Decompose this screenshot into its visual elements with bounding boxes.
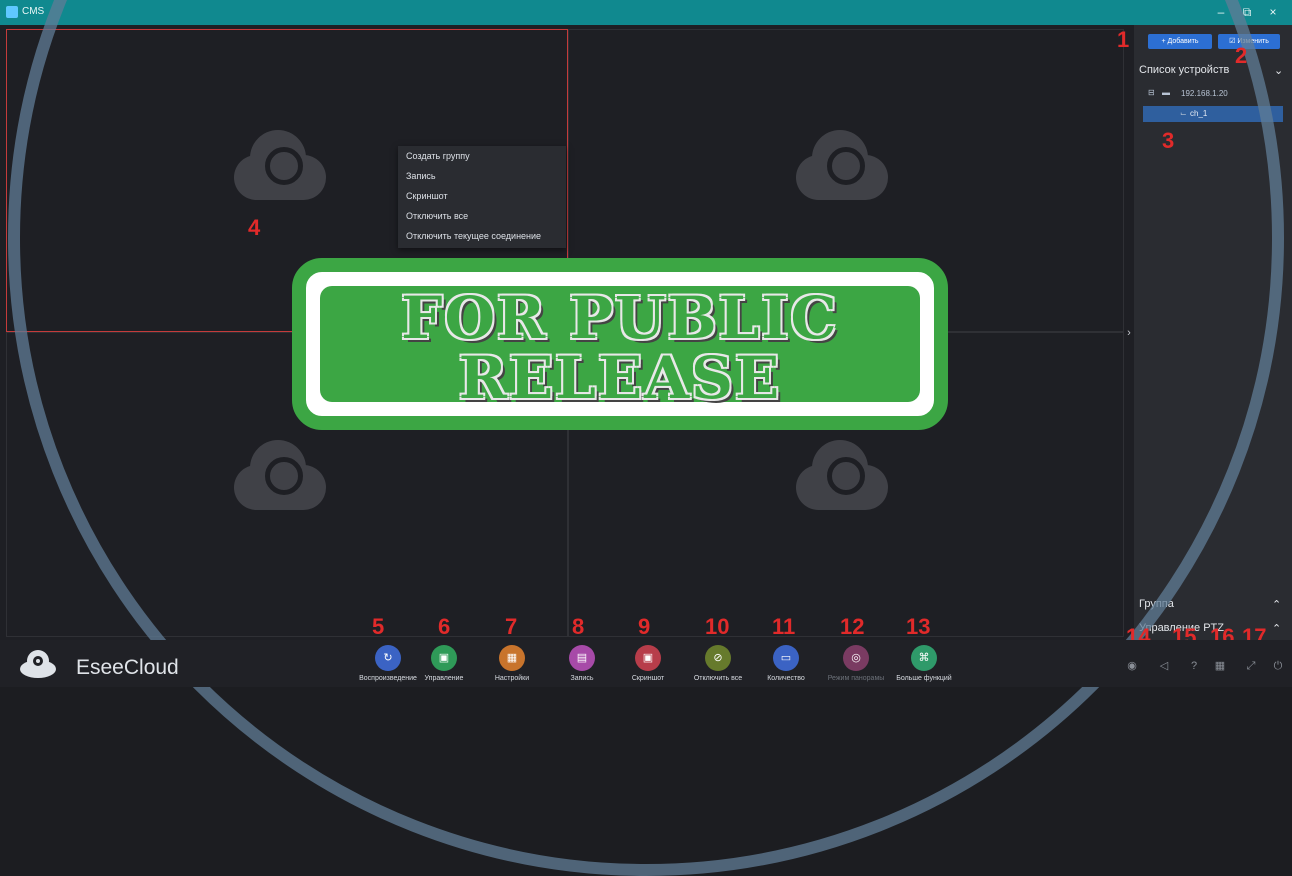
stamp-line-2: RELEASE bbox=[458, 344, 782, 412]
minimize-button[interactable]: – bbox=[1212, 4, 1230, 20]
add-button[interactable]: + Добавить bbox=[1148, 34, 1212, 49]
fullscreen-icon[interactable]: ⤢ bbox=[1243, 658, 1259, 674]
tool-label: Настройки bbox=[494, 675, 530, 682]
tool-label: Скриншот bbox=[631, 675, 665, 682]
device-manage-icon: ▣ bbox=[431, 645, 457, 671]
title-bar: CMS – ⧉ × bbox=[0, 0, 1292, 25]
ws-icon[interactable]: ◉ bbox=[1124, 658, 1140, 674]
screenshot-button[interactable]: ▣ Скриншот bbox=[608, 645, 688, 682]
annotation-10: 10 bbox=[705, 614, 730, 639]
tree-expand-icon[interactable]: ⊟ bbox=[1148, 88, 1155, 97]
camera-placeholder-icon bbox=[234, 130, 326, 200]
annotation-9: 9 bbox=[638, 614, 651, 639]
layout-icon[interactable]: ▦ bbox=[1212, 658, 1228, 674]
menu-item-disconnect-all[interactable]: Отключить все bbox=[398, 206, 566, 226]
annotation-7: 7 bbox=[505, 614, 518, 639]
disconnect-all-icon: ⊘ bbox=[705, 645, 731, 671]
more-functions-icon: ⌘ bbox=[911, 645, 937, 671]
camera-icon: ⌙ bbox=[1180, 109, 1187, 118]
camera-placeholder-icon bbox=[796, 440, 888, 510]
playback-icon: ↻ bbox=[375, 645, 401, 671]
device-node-ip[interactable]: 192.168.1.20 bbox=[1181, 89, 1228, 98]
screenshot-icon: ▣ bbox=[635, 645, 661, 671]
chevron-down-icon[interactable]: ⌄ bbox=[1274, 64, 1286, 77]
menu-item-disconnect-current[interactable]: Отключить текущее соединение bbox=[398, 226, 566, 246]
stamp-line-1: FOR PUBLIC bbox=[401, 284, 839, 352]
annotation-13: 13 bbox=[906, 614, 931, 639]
tool-label: Больше функций bbox=[896, 675, 952, 682]
record-icon: ▤ bbox=[569, 645, 595, 671]
annotation-11: 11 bbox=[772, 614, 796, 639]
annotation-4: 4 bbox=[248, 215, 261, 240]
brand-name: EseeCloud bbox=[76, 656, 179, 679]
group-section[interactable]: Группа bbox=[1139, 598, 1292, 610]
channel-node-label[interactable]: ch_1 bbox=[1190, 109, 1207, 118]
camera-placeholder-icon bbox=[796, 130, 888, 200]
window-title: CMS bbox=[22, 6, 45, 17]
layout-count-icon: ▭ bbox=[773, 645, 799, 671]
tool-label: Количество bbox=[767, 675, 805, 682]
app-icon bbox=[6, 6, 18, 18]
close-button[interactable]: × bbox=[1264, 4, 1282, 20]
menu-item-create-group[interactable]: Создать группу bbox=[398, 146, 566, 166]
annotation-5: 5 bbox=[372, 614, 385, 639]
annotation-2: 2 bbox=[1235, 43, 1248, 68]
public-release-stamp: FOR PUBLIC RELEASE bbox=[292, 258, 948, 430]
tree-row-selected[interactable] bbox=[1143, 106, 1283, 122]
device-node-icon: ▬ bbox=[1162, 88, 1170, 97]
more-functions-button[interactable]: ⌘ Больше функций bbox=[884, 645, 964, 682]
help-icon[interactable]: ? bbox=[1186, 658, 1202, 674]
context-menu: Создать группу Запись Скриншот Отключить… bbox=[398, 146, 566, 248]
chevron-up-icon[interactable]: ⌃ bbox=[1272, 598, 1284, 611]
device-list-title[interactable]: Список устройств bbox=[1139, 64, 1292, 76]
annotation-1: 1 bbox=[1117, 27, 1130, 52]
edit-button[interactable]: ☑ Изменить bbox=[1218, 34, 1280, 49]
chevron-up-icon[interactable]: ⌃ bbox=[1272, 622, 1284, 635]
volume-icon[interactable]: ◁ bbox=[1156, 658, 1172, 674]
annotation-8: 8 bbox=[572, 614, 585, 639]
annotation-6: 6 bbox=[438, 614, 451, 639]
power-icon[interactable]: ⏻ bbox=[1270, 658, 1286, 674]
annotation-3: 3 bbox=[1162, 128, 1175, 153]
eseecloud-logo-icon bbox=[20, 650, 56, 678]
settings-icon: ▦ bbox=[499, 645, 525, 671]
menu-item-record[interactable]: Запись bbox=[398, 166, 566, 186]
layout-count-button[interactable]: ▭ Количество bbox=[746, 645, 826, 682]
camera-placeholder-icon bbox=[234, 440, 326, 510]
sidebar-collapse-handle[interactable]: › bbox=[1124, 318, 1134, 348]
panorama-icon: ◎ bbox=[843, 645, 869, 671]
restore-button[interactable]: ⧉ bbox=[1238, 4, 1256, 20]
annotation-12: 12 bbox=[840, 614, 865, 639]
menu-item-screenshot[interactable]: Скриншот bbox=[398, 186, 566, 206]
settings-button[interactable]: ▦ Настройки bbox=[472, 645, 552, 682]
